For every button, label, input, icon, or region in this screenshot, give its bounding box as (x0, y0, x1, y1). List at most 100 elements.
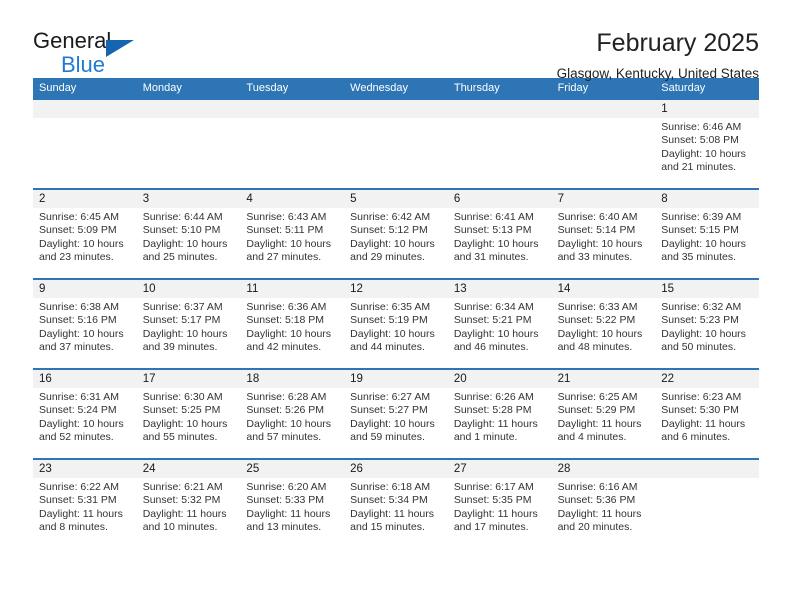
day-cell[interactable]: Sunrise: 6:30 AM Sunset: 5:25 PM Dayligh… (137, 388, 241, 458)
sunset-text: Sunset: 5:21 PM (453, 314, 532, 327)
day-number: 4 (246, 193, 253, 205)
day-cell[interactable]: Sunrise: 6:39 AM Sunset: 5:15 PM Dayligh… (655, 208, 759, 278)
day-detail-row: Sunrise: 6:45 AM Sunset: 5:09 PM Dayligh… (33, 208, 759, 278)
sunrise-text: Sunrise: 6:42 AM (350, 211, 431, 223)
day-number: 18 (246, 373, 260, 385)
day-number: 3 (142, 193, 150, 205)
sunset-text: Sunset: 5:23 PM (661, 314, 739, 327)
day-cell[interactable]: Sunrise: 6:34 AM Sunset: 5:21 PM Dayligh… (448, 298, 552, 368)
day-number: 27 (453, 463, 467, 475)
day-number: 5 (350, 193, 357, 205)
day-number: 15 (661, 283, 675, 295)
day-cell[interactable]: Sunrise: 6:35 AM Sunset: 5:19 PM Dayligh… (344, 298, 448, 368)
day-cell[interactable]: Sunrise: 6:37 AM Sunset: 5:17 PM Dayligh… (137, 298, 241, 368)
day-cell[interactable]: Sunrise: 6:16 AM Sunset: 5:36 PM Dayligh… (552, 478, 656, 548)
day-number: 10 (142, 283, 156, 295)
day-cell[interactable]: Sunrise: 6:17 AM Sunset: 5:35 PM Dayligh… (448, 478, 552, 548)
day-cell[interactable] (655, 478, 759, 548)
day-number: 9 (39, 283, 46, 295)
daylight-text: Daylight: 10 hours and 50 minutes. (661, 327, 746, 354)
sunset-text: Sunset: 5:25 PM (142, 404, 221, 417)
day-number: 14 (557, 283, 571, 295)
sunrise-text: Sunrise: 6:20 AM (246, 481, 327, 493)
weekday-saturday: Saturday (661, 82, 706, 94)
calendar-week-row: 23 24 25 26 27 28 Sunrise: 6:22 AM Sunse… (33, 458, 759, 548)
sunrise-text: Sunrise: 6:18 AM (350, 481, 431, 493)
sunrise-text: Sunrise: 6:40 AM (557, 211, 638, 223)
calendar-week-row: 2 3 4 5 6 7 8 Sunrise: 6:45 AM Sunset: 5… (33, 188, 759, 278)
daylight-text: Daylight: 10 hours and 37 minutes. (39, 327, 124, 354)
daylight-text: Daylight: 10 hours and 31 minutes. (453, 237, 539, 264)
logo-text-blue: Blue (61, 52, 106, 77)
day-cell[interactable] (552, 118, 656, 188)
day-cell[interactable]: Sunrise: 6:45 AM Sunset: 5:09 PM Dayligh… (33, 208, 137, 278)
day-cell[interactable] (33, 118, 137, 188)
day-number: 28 (557, 463, 571, 475)
weekday-friday: Friday (557, 82, 589, 94)
day-cell[interactable]: Sunrise: 6:38 AM Sunset: 5:16 PM Dayligh… (33, 298, 137, 368)
sunrise-text: Sunrise: 6:38 AM (39, 301, 119, 313)
day-cell[interactable]: Sunrise: 6:42 AM Sunset: 5:12 PM Dayligh… (344, 208, 448, 278)
day-cell[interactable]: Sunrise: 6:28 AM Sunset: 5:26 PM Dayligh… (240, 388, 344, 458)
sunrise-text: Sunrise: 6:22 AM (39, 481, 119, 493)
general-blue-logo[interactable]: General Blue (33, 28, 158, 76)
daylight-text: Daylight: 10 hours and 25 minutes. (142, 237, 228, 264)
day-number: 7 (557, 193, 564, 205)
day-cell[interactable] (240, 118, 344, 188)
day-cell[interactable]: Sunrise: 6:43 AM Sunset: 5:11 PM Dayligh… (240, 208, 344, 278)
weekday-header-row: Sunday Monday Tuesday Wednesday Thursday… (33, 78, 759, 98)
sunrise-text: Sunrise: 6:41 AM (453, 211, 534, 223)
sunrise-text: Sunrise: 6:46 AM (661, 121, 742, 133)
day-cell[interactable]: Sunrise: 6:27 AM Sunset: 5:27 PM Dayligh… (344, 388, 448, 458)
daylight-text: Daylight: 10 hours and 59 minutes. (350, 417, 435, 444)
day-cell[interactable]: Sunrise: 6:40 AM Sunset: 5:14 PM Dayligh… (552, 208, 656, 278)
day-cell[interactable]: Sunrise: 6:44 AM Sunset: 5:10 PM Dayligh… (137, 208, 241, 278)
daylight-text: Daylight: 10 hours and 57 minutes. (246, 417, 332, 444)
day-number (33, 100, 137, 118)
day-cell[interactable]: Sunrise: 6:26 AM Sunset: 5:28 PM Dayligh… (448, 388, 552, 458)
sunrise-text: Sunrise: 6:31 AM (39, 391, 119, 403)
day-cell[interactable]: Sunrise: 6:31 AM Sunset: 5:24 PM Dayligh… (33, 388, 137, 458)
daylight-text: Daylight: 11 hours and 1 minute. (453, 417, 538, 444)
weekday-tuesday: Tuesday (246, 82, 289, 94)
day-cell[interactable]: Sunrise: 6:32 AM Sunset: 5:23 PM Dayligh… (655, 298, 759, 368)
day-cell[interactable]: Sunrise: 6:33 AM Sunset: 5:22 PM Dayligh… (552, 298, 656, 368)
sunset-text: Sunset: 5:31 PM (39, 494, 117, 507)
day-number (344, 100, 448, 118)
day-cell[interactable] (137, 118, 241, 188)
daylight-text: Daylight: 10 hours and 35 minutes. (661, 237, 746, 264)
day-number (552, 100, 656, 118)
day-number: 6 (453, 193, 461, 205)
sunset-text: Sunset: 5:19 PM (350, 314, 428, 327)
sunrise-text: Sunrise: 6:37 AM (142, 301, 223, 313)
daylight-text: Daylight: 10 hours and 52 minutes. (39, 417, 124, 444)
daylight-text: Daylight: 10 hours and 39 minutes. (142, 327, 228, 354)
day-cell[interactable]: Sunrise: 6:36 AM Sunset: 5:18 PM Dayligh… (240, 298, 344, 368)
sunset-text: Sunset: 5:32 PM (142, 494, 221, 507)
day-cell[interactable]: Sunrise: 6:41 AM Sunset: 5:13 PM Dayligh… (448, 208, 552, 278)
day-cell[interactable]: Sunrise: 6:23 AM Sunset: 5:30 PM Dayligh… (655, 388, 759, 458)
sunset-text: Sunset: 5:09 PM (39, 224, 117, 237)
day-cell[interactable] (448, 118, 552, 188)
sunset-text: Sunset: 5:29 PM (557, 404, 636, 417)
sunrise-text: Sunrise: 6:25 AM (557, 391, 638, 403)
triangle-icon (106, 40, 134, 57)
day-cell[interactable]: Sunrise: 6:46 AM Sunset: 5:08 PM Dayligh… (655, 118, 759, 188)
sunrise-text: Sunrise: 6:27 AM (350, 391, 431, 403)
page-title: February 2025 (596, 29, 759, 57)
day-number: 1 (661, 103, 668, 115)
sunset-text: Sunset: 5:16 PM (39, 314, 117, 327)
day-number: 16 (39, 373, 52, 385)
day-cell[interactable]: Sunrise: 6:21 AM Sunset: 5:32 PM Dayligh… (137, 478, 241, 548)
day-cell[interactable]: Sunrise: 6:18 AM Sunset: 5:34 PM Dayligh… (344, 478, 448, 548)
day-cell[interactable]: Sunrise: 6:22 AM Sunset: 5:31 PM Dayligh… (33, 478, 137, 548)
day-number: 26 (350, 463, 363, 475)
day-cell[interactable]: Sunrise: 6:25 AM Sunset: 5:29 PM Dayligh… (552, 388, 656, 458)
daylight-text: Daylight: 11 hours and 15 minutes. (350, 507, 434, 534)
day-cell[interactable] (344, 118, 448, 188)
sunrise-text: Sunrise: 6:17 AM (453, 481, 534, 493)
sunrise-text: Sunrise: 6:33 AM (557, 301, 638, 313)
sunset-text: Sunset: 5:18 PM (246, 314, 325, 327)
day-cell[interactable]: Sunrise: 6:20 AM Sunset: 5:33 PM Dayligh… (240, 478, 344, 548)
daylight-text: Daylight: 10 hours and 42 minutes. (246, 327, 332, 354)
